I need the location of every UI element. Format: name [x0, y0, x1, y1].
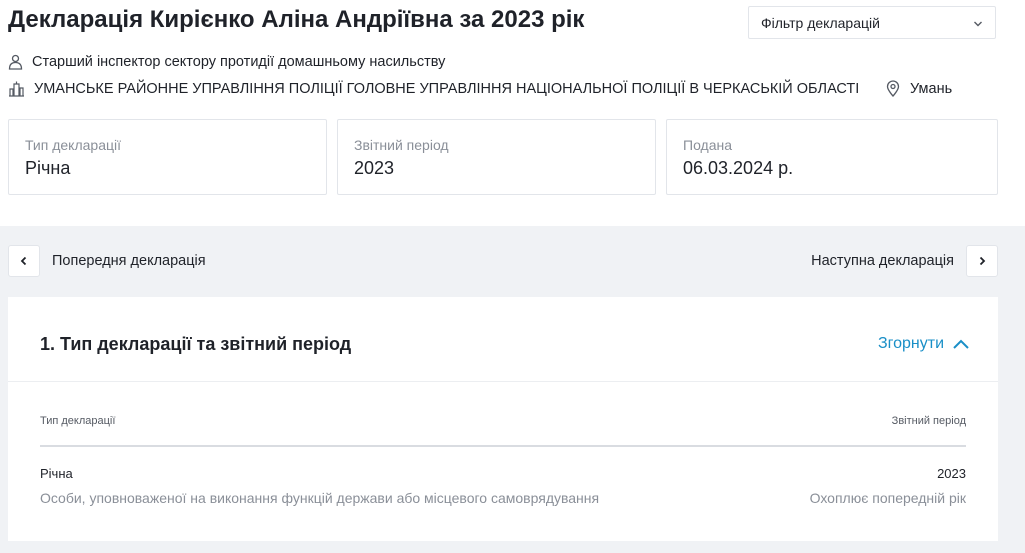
chevron-up-icon	[953, 339, 969, 349]
chevron-right-icon	[979, 256, 986, 266]
building-icon	[9, 81, 24, 97]
collapse-label: Згорнути	[877, 335, 944, 352]
organization-row: УМАНСЬКЕ РАЙОННЕ УПРАВЛІННЯ ПОЛІЦІЇ ГОЛО…	[8, 81, 859, 97]
prev-declaration-link[interactable]: Попередня декларація	[52, 253, 206, 269]
position-row: Старший інспектор сектору протидії домаш…	[8, 54, 445, 70]
location-text: Умань	[910, 80, 953, 97]
card-value: 06.03.2024 р.	[683, 158, 794, 178]
chevron-left-icon	[20, 256, 27, 266]
reporting-period-description: Охоплює попередній рік	[809, 490, 966, 506]
filter-label: Фільтр декларацій	[761, 15, 880, 31]
page-title: Декларація Кирієнко Аліна Андріївна за 2…	[8, 6, 585, 33]
location: Умань	[886, 80, 952, 97]
declaration-filter-dropdown[interactable]: Фільтр декларацій	[748, 6, 996, 39]
card-value: 2023	[354, 158, 395, 178]
card-declaration-type: Тип декларації Річна	[8, 119, 327, 195]
card-reporting-period: Звітний період 2023	[337, 119, 656, 195]
section-divider	[8, 381, 998, 382]
location-pin-icon	[886, 80, 900, 97]
section-panel: 1. Тип декларації та звітний період Згор…	[8, 297, 998, 541]
reporting-period-value: 2023	[937, 466, 966, 481]
organization-text: УМАНСЬКЕ РАЙОННЕ УПРАВЛІННЯ ПОЛІЦІЇ ГОЛО…	[34, 81, 860, 97]
column-header-period: Звітний період	[891, 415, 966, 427]
card-value: Річна	[25, 158, 71, 178]
declaration-type-value: Річна	[40, 466, 73, 481]
declaration-type-description: Особи, уповноваженої на виконання функці…	[40, 490, 600, 506]
table-header-divider	[40, 445, 966, 447]
card-caption: Подана	[683, 137, 733, 153]
next-declaration-link[interactable]: Наступна декларація	[811, 253, 954, 269]
prev-declaration-button[interactable]	[8, 245, 40, 277]
collapse-button[interactable]: Згорнути	[878, 335, 970, 353]
column-header-type: Тип декларації	[40, 415, 116, 427]
person-icon	[8, 54, 23, 70]
next-declaration-button[interactable]	[966, 245, 998, 277]
position-text: Старший інспектор сектору протидії домаш…	[32, 54, 446, 70]
card-caption: Тип декларації	[25, 137, 122, 153]
declaration-header: Декларація Кирієнко Аліна Андріївна за 2…	[0, 0, 1025, 226]
card-caption: Звітний період	[354, 137, 449, 153]
card-submitted-date: Подана 06.03.2024 р.	[666, 119, 998, 195]
chevron-down-icon	[974, 21, 982, 27]
section-title: 1. Тип декларації та звітний період	[40, 334, 352, 354]
